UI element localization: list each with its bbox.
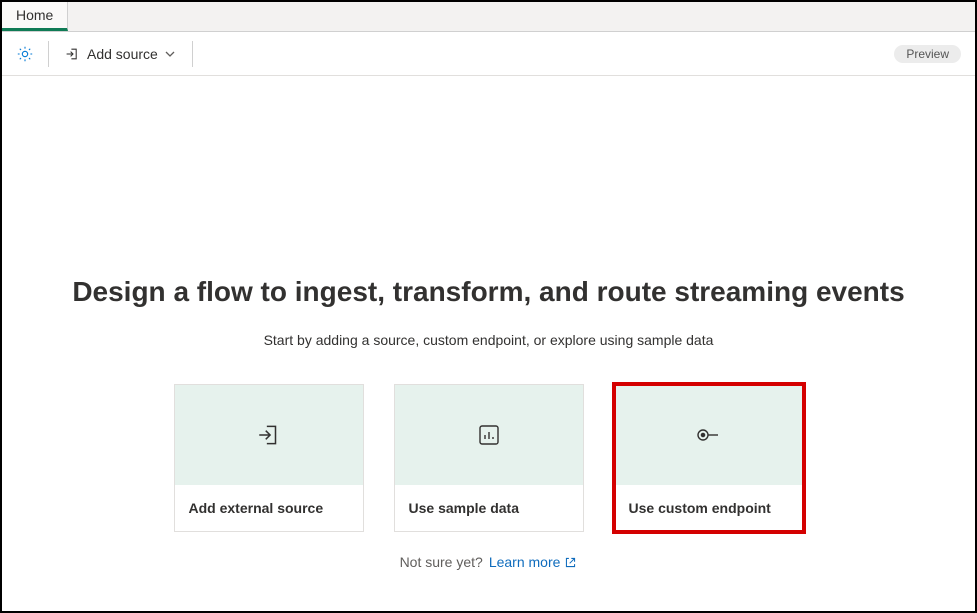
bar-chart-icon [477,423,501,447]
preview-label: Preview [906,47,949,61]
gear-icon [16,45,34,63]
settings-button[interactable] [10,39,40,69]
card-add-external-source[interactable]: Add external source [174,384,364,532]
footer-line: Not sure yet? Learn more [400,554,578,570]
chevron-down-icon [164,48,176,60]
tab-label: Home [16,7,53,23]
toolbar: Add source Preview [2,32,975,76]
add-source-label: Add source [87,46,158,62]
card-row: Add external source Use sample data [174,384,804,532]
external-link-icon [564,556,577,569]
enter-icon [65,46,81,62]
tab-bar: Home [2,2,975,32]
learn-more-label: Learn more [489,554,561,570]
enter-icon [256,422,282,448]
card-label: Use custom endpoint [629,500,771,516]
card-use-sample-data[interactable]: Use sample data [394,384,584,532]
learn-more-link[interactable]: Learn more [489,554,578,570]
preview-badge: Preview [894,45,961,63]
content-area: Design a flow to ingest, transform, and … [2,76,975,611]
add-source-button[interactable]: Add source [57,39,184,69]
footer-prompt: Not sure yet? [400,554,483,570]
card-use-custom-endpoint[interactable]: Use custom endpoint [614,384,804,532]
page-subhead: Start by adding a source, custom endpoin… [264,332,714,348]
card-label: Add external source [189,500,324,516]
toolbar-divider [192,41,193,67]
card-label: Use sample data [409,500,520,516]
toolbar-divider [48,41,49,67]
tab-home[interactable]: Home [2,2,68,31]
endpoint-icon [696,425,722,445]
page-headline: Design a flow to ingest, transform, and … [72,276,904,308]
